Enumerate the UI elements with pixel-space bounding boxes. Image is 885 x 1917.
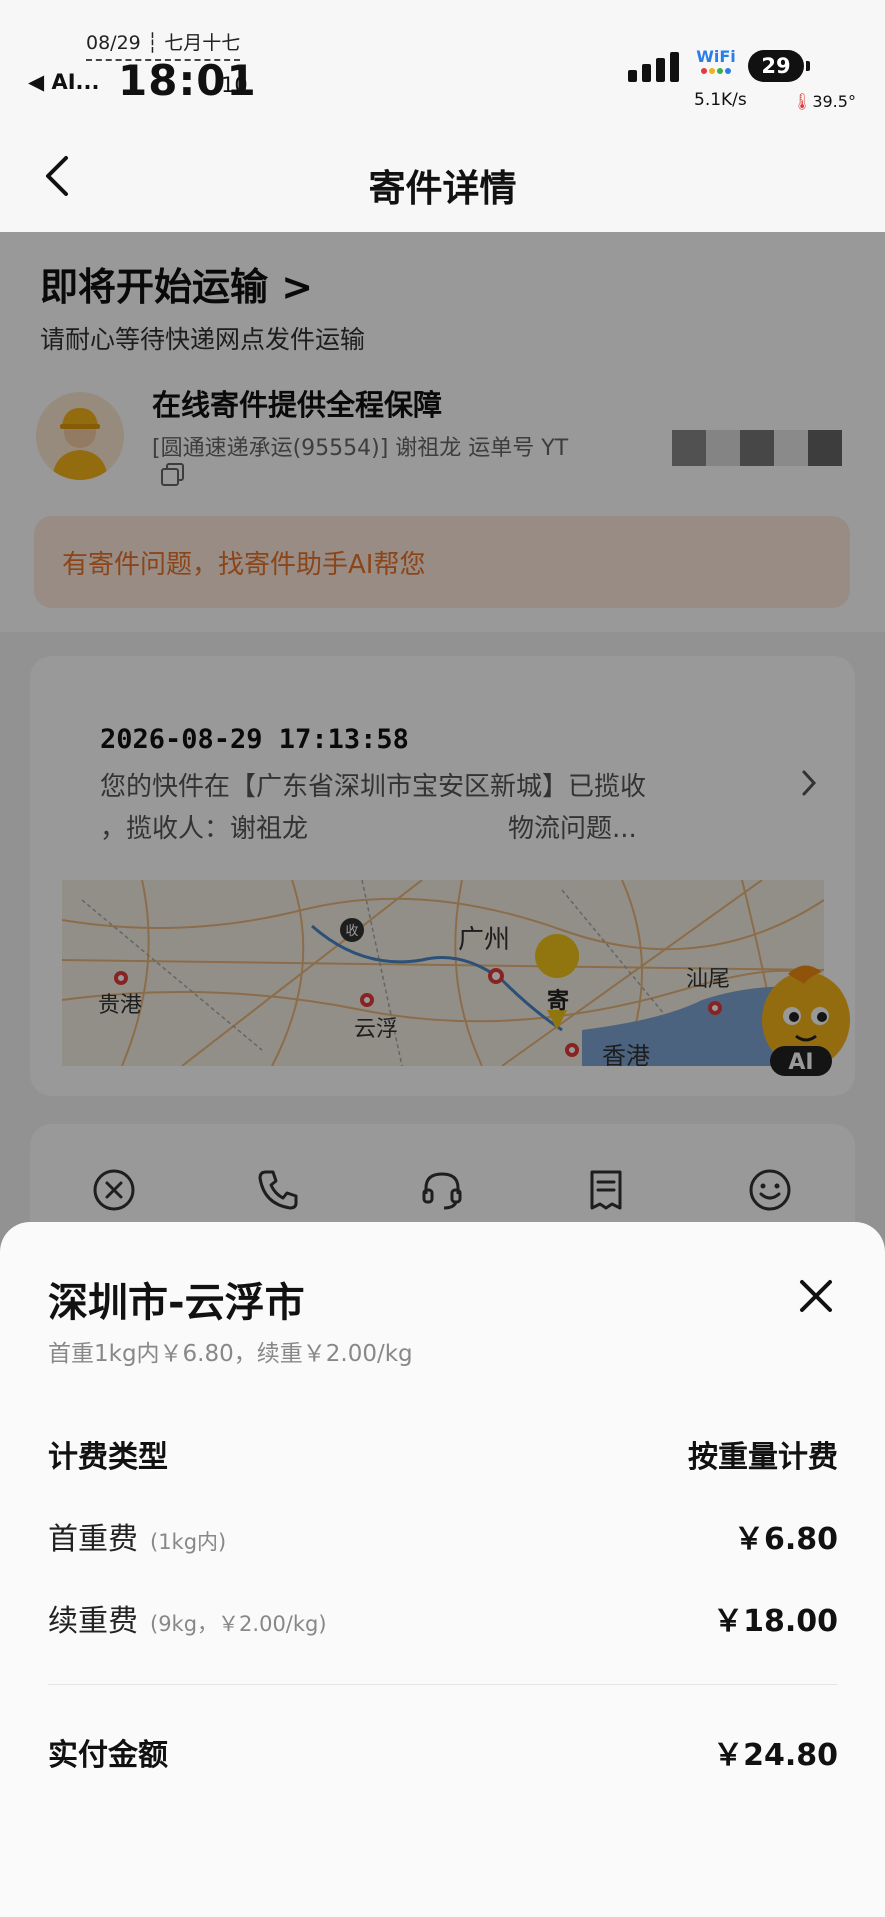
net-speed: 5.1K/s bbox=[694, 90, 747, 110]
status-seconds: :10 bbox=[214, 73, 248, 97]
page-title: 寄件详情 bbox=[368, 167, 517, 210]
temperature: 🌡39.5° bbox=[792, 92, 856, 111]
fee-note: (9kg，￥2.00/kg) bbox=[150, 1612, 327, 1636]
page: 08/29 ┆ 七月十七 ◀ AI... 18:01 :10 WiFi 29 5… bbox=[0, 0, 885, 1917]
wifi-icon: WiFi bbox=[694, 48, 738, 82]
fee-detail-sheet: 深圳市-云浮市 首重1kg内￥6.80，续重￥2.00/kg 计费类型 按重量计… bbox=[0, 1222, 885, 1917]
route-title: 深圳市-云浮市 bbox=[48, 1280, 305, 1326]
fee-row-extra-weight: 续重费 (9kg，￥2.00/kg) ￥18.00 bbox=[48, 1596, 838, 1639]
fee-value: ￥18.00 bbox=[713, 1604, 838, 1639]
fee-note: (1kg内) bbox=[150, 1530, 227, 1554]
fee-label: 计费类型 bbox=[48, 1440, 168, 1475]
divider bbox=[48, 1684, 838, 1685]
pricing-rule: 首重1kg内￥6.80，续重￥2.00/kg bbox=[48, 1341, 413, 1367]
signal-icon bbox=[628, 52, 682, 82]
total-label: 实付金额 bbox=[48, 1738, 168, 1773]
status-bar: 08/29 ┆ 七月十七 ◀ AI... 18:01 :10 WiFi 29 5… bbox=[0, 0, 885, 120]
thermometer-icon: 🌡 bbox=[792, 92, 813, 111]
close-icon[interactable] bbox=[796, 1276, 836, 1316]
nav-bar: 寄件详情 bbox=[0, 120, 885, 232]
total-value: ￥24.80 bbox=[713, 1738, 838, 1773]
battery-icon: 29 bbox=[748, 50, 810, 82]
fee-value: ￥6.80 bbox=[733, 1522, 838, 1557]
back-to-app-link[interactable]: ◀ AI... bbox=[28, 70, 99, 94]
fee-label: 首重费 bbox=[48, 1522, 138, 1557]
fee-row-billing-type: 计费类型 按重量计费 bbox=[48, 1432, 838, 1475]
fee-value: 按重量计费 bbox=[688, 1440, 838, 1475]
fee-row-first-weight: 首重费 (1kg内) ￥6.80 bbox=[48, 1514, 838, 1557]
fee-row-total: 实付金额 ￥24.80 bbox=[48, 1730, 838, 1773]
fee-label: 续重费 bbox=[48, 1604, 138, 1639]
